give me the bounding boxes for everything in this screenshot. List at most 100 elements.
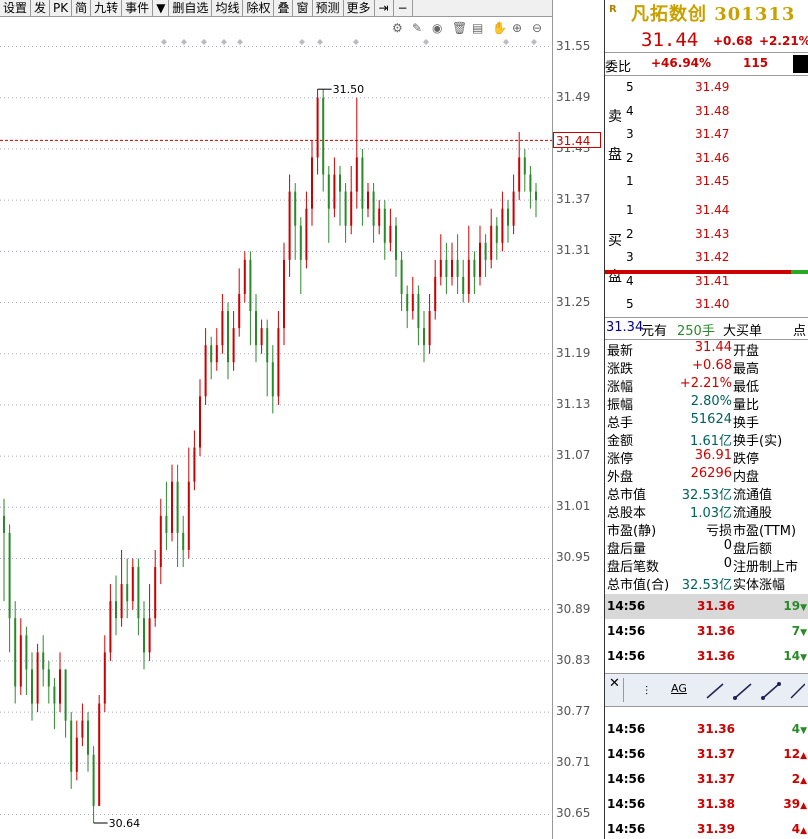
candle-body bbox=[327, 174, 330, 209]
toolbar-item[interactable]: 删自选 bbox=[169, 0, 213, 16]
candle-body bbox=[221, 311, 224, 346]
marker-diamond bbox=[237, 39, 243, 45]
weibi-tag bbox=[793, 55, 808, 73]
tick-row[interactable]: 14:56 31.38 39▲ bbox=[605, 792, 808, 817]
candle-body bbox=[383, 208, 386, 243]
candle-body bbox=[501, 208, 504, 243]
bids-row[interactable]: 2 31.43 bbox=[625, 223, 808, 246]
eye-icon[interactable]: ◉ bbox=[432, 21, 442, 35]
marker-diamond bbox=[531, 39, 537, 45]
weibi-diff: 115 bbox=[743, 56, 769, 70]
arrow-up-icon: ▲ bbox=[800, 801, 807, 811]
level-price: 31.41 bbox=[695, 273, 730, 288]
candle-body bbox=[439, 259, 442, 277]
toolbar-item[interactable]: 除权 bbox=[243, 0, 275, 16]
toolbar-item[interactable]: 事件 bbox=[122, 0, 154, 16]
bids-row[interactable]: 1 31.44 bbox=[625, 199, 808, 222]
toolbar-item[interactable]: 发 bbox=[31, 0, 51, 16]
candle-body bbox=[411, 293, 414, 312]
tick-price: 31.36 bbox=[697, 624, 735, 638]
quote-panel: R 凡拓数创 301313 31.44 +0.68 +2.21% 委比 +46.… bbox=[604, 0, 808, 839]
stat-row: 总市值(合) 32.53亿 实体涨幅 bbox=[605, 573, 808, 593]
price-change: +0.68 bbox=[713, 34, 753, 48]
bids-row[interactable]: 5 31.40 bbox=[625, 293, 808, 316]
asks-row[interactable]: 5 31.49 bbox=[625, 76, 808, 99]
hand-icon[interactable]: ✋ bbox=[492, 21, 507, 35]
level-label: 1 bbox=[626, 174, 634, 188]
candle-body bbox=[451, 259, 453, 277]
zoom-in-icon[interactable]: ⊕ bbox=[512, 21, 522, 35]
toolbar-item[interactable]: 预测 bbox=[313, 0, 344, 16]
candle-body bbox=[210, 345, 213, 363]
toolbar-item[interactable]: 更多 bbox=[344, 0, 375, 16]
pin-icon[interactable]: ⇥ bbox=[375, 0, 394, 16]
tick-volume: 39▲ bbox=[783, 797, 807, 811]
candle-body bbox=[19, 635, 22, 687]
y-tick-label: 31.19 bbox=[556, 345, 591, 360]
toolbar-item[interactable]: 九转 bbox=[91, 0, 123, 16]
arrow-down-icon: ▼ bbox=[800, 603, 807, 613]
level-price: 31.47 bbox=[695, 127, 730, 141]
candle-body bbox=[154, 567, 157, 619]
candle-body bbox=[333, 174, 336, 209]
candle-body bbox=[389, 225, 392, 243]
tick-row[interactable]: 14:56 31.39 4▲ bbox=[605, 817, 808, 839]
asks-row[interactable]: 1 31.45 bbox=[625, 170, 808, 193]
toolbar-item[interactable]: 均线 bbox=[212, 0, 244, 16]
marker-diamond bbox=[221, 39, 227, 45]
level-label: 2 bbox=[626, 226, 634, 241]
sliders-icon[interactable]: ⫶ bbox=[645, 684, 648, 699]
close-icon[interactable]: ✕ bbox=[609, 676, 620, 691]
candle-body bbox=[518, 157, 521, 192]
stat-row: 总股本 1.03亿 流通股 bbox=[605, 501, 808, 521]
tick-row[interactable]: 14:56 31.36 4▼ bbox=[605, 717, 808, 742]
tick-volume-value: 4 bbox=[791, 722, 801, 736]
candle-body bbox=[64, 669, 67, 721]
candle-body bbox=[70, 720, 73, 772]
bids-row[interactable]: 4 31.41 bbox=[625, 270, 808, 293]
candle-body bbox=[199, 396, 201, 448]
minus-icon[interactable]: − bbox=[394, 0, 413, 16]
candle-body bbox=[283, 259, 285, 329]
toolbar-item[interactable]: 设置 bbox=[0, 0, 32, 16]
asks-row[interactable]: 2 31.46 bbox=[625, 147, 808, 170]
candle-body bbox=[36, 652, 39, 704]
tick-list-lower[interactable]: 14:56 31.36 4▼ 14:56 31.37 12▲ 14:56 31.37 2▲ 14:… bbox=[605, 717, 808, 839]
tick-row[interactable]: 14:56 31.36 7▼ bbox=[605, 619, 808, 644]
toolbar-item[interactable]: 简 bbox=[72, 0, 92, 16]
toolbar-item[interactable]: 叠 bbox=[274, 0, 294, 16]
stat-value: +0.68 bbox=[692, 358, 732, 373]
candle-body bbox=[3, 515, 5, 533]
tick-time: 14:56 bbox=[607, 747, 646, 761]
y-tick-label: 30.71 bbox=[556, 755, 591, 770]
zoom-out-icon[interactable]: ⊖ bbox=[532, 21, 542, 35]
pencil-icon[interactable]: ✎ bbox=[412, 21, 422, 35]
marker-diamond bbox=[161, 39, 167, 45]
candle-body bbox=[176, 481, 179, 533]
marker-diamond bbox=[423, 39, 429, 45]
tick-row[interactable]: 14:56 31.37 12▲ bbox=[605, 742, 808, 767]
asks-row[interactable]: 3 31.47 bbox=[625, 123, 808, 146]
candle-body bbox=[249, 259, 252, 312]
y-tick-label: 31.07 bbox=[556, 448, 591, 463]
save-icon[interactable]: ▤ bbox=[472, 21, 483, 35]
gear-icon[interactable]: ⚙ bbox=[392, 21, 403, 35]
trash-icon[interactable]: 🗑 bbox=[452, 21, 467, 35]
candle-body bbox=[87, 720, 89, 755]
price-chart[interactable]: ⚙ ✎ ◉ 🗑 ▤ ✋ ⊕ ⊖ 31.50 30.64 bbox=[0, 17, 552, 839]
tick-list[interactable]: 14:56 31.36 19▼ 14:56 31.36 7▼ 14:56 31.36 14▼ bbox=[605, 594, 808, 669]
tick-row[interactable]: 14:56 31.36 19▼ bbox=[605, 594, 808, 619]
toolbar-item[interactable]: PK bbox=[50, 0, 73, 16]
bids-row[interactable]: 3 31.42 bbox=[625, 246, 808, 269]
arrow-down-icon: ▼ bbox=[800, 653, 807, 663]
tick-price: 31.39 bbox=[697, 822, 735, 836]
candle-body bbox=[215, 345, 218, 363]
tick-row[interactable]: 14:56 31.37 2▲ bbox=[605, 767, 808, 792]
toolbar-item[interactable]: 窗 bbox=[293, 0, 313, 16]
ag-icon[interactable]: AG bbox=[671, 682, 687, 695]
toolbar-item[interactable]: ▼ bbox=[153, 0, 170, 16]
candle-body bbox=[529, 174, 532, 192]
level-price: 31.45 bbox=[695, 174, 730, 188]
tick-row[interactable]: 14:56 31.36 14▼ bbox=[605, 644, 808, 669]
asks-row[interactable]: 4 31.48 bbox=[625, 100, 808, 123]
